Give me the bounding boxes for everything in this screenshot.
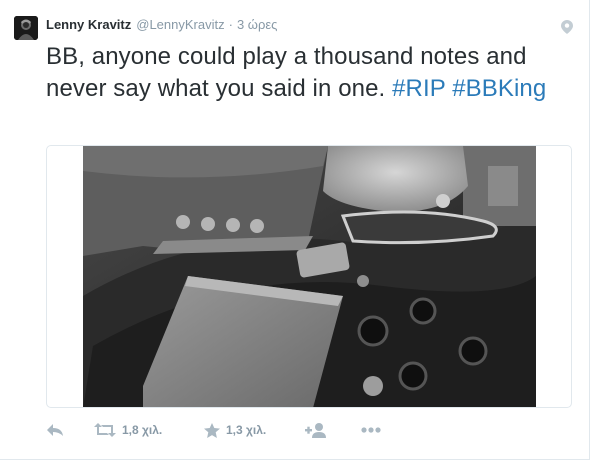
profile-photo [14, 16, 38, 40]
retweet-count: 1,8 χιλ. [122, 423, 163, 437]
follow-user-icon [305, 422, 326, 438]
separator: · [228, 17, 233, 32]
tweet-photo[interactable] [83, 146, 536, 408]
tweet-header: Lenny Kravitz @LennyKravitz · 3 ώρες [46, 17, 277, 37]
avatar[interactable] [14, 16, 38, 40]
favorite-button[interactable]: 1,3 χιλ. [204, 418, 266, 442]
retweet-button[interactable]: 1,8 χιλ. [94, 418, 162, 442]
media-container[interactable] [46, 145, 572, 408]
timestamp[interactable]: 3 ώρες [237, 17, 277, 32]
reply-button[interactable] [46, 418, 64, 442]
tweet-card: Lenny Kravitz @LennyKravitz · 3 ώρες BB,… [0, 0, 590, 460]
follow-button[interactable] [305, 418, 327, 442]
hashtag-bbking[interactable]: #BBKing [452, 75, 546, 102]
favorite-count: 1,3 χιλ. [226, 423, 267, 437]
more-dots-icon [361, 427, 381, 433]
star-icon [204, 422, 220, 438]
author-handle[interactable]: @LennyKravitz [136, 17, 224, 32]
more-button[interactable] [361, 418, 381, 442]
reply-icon [47, 424, 63, 436]
location-pin-icon[interactable] [561, 20, 573, 34]
author-name[interactable]: Lenny Kravitz [46, 17, 131, 32]
retweet-icon [94, 423, 116, 437]
tweet-actions: 1,8 χιλ. 1,3 χιλ. [46, 418, 406, 442]
hashtag-rip[interactable]: #RIP [392, 75, 445, 102]
tweet-text: BB, anyone could play a thousand notes a… [46, 41, 581, 105]
